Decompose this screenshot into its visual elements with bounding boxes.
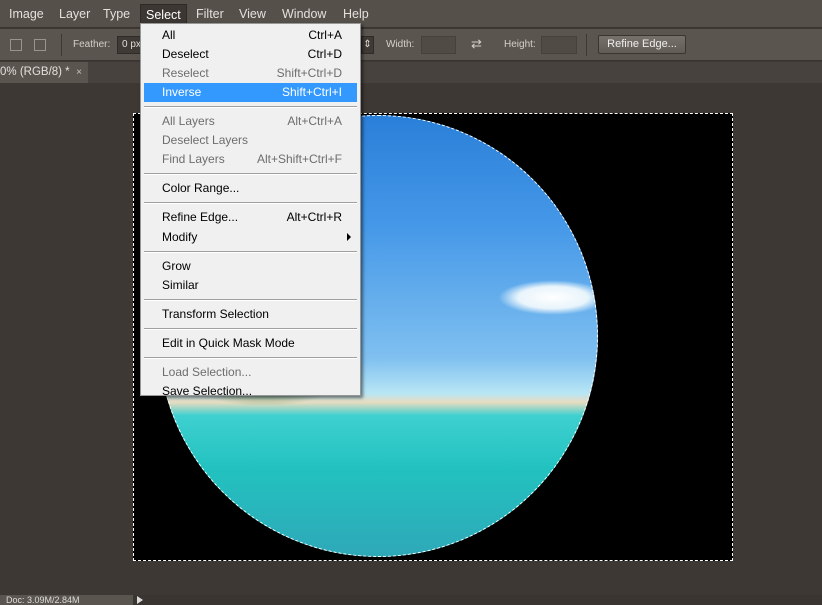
menu-view[interactable]: View <box>234 4 271 24</box>
width-label: Width: <box>386 39 415 50</box>
menu-separator <box>144 357 357 359</box>
menu-item-transform-selection[interactable]: Transform Selection <box>144 305 357 324</box>
refine-edge-button[interactable]: Refine Edge... <box>598 35 686 54</box>
menu-item-shortcut: Ctrl+D <box>307 47 342 61</box>
menu-item-similar[interactable]: Similar <box>144 276 357 295</box>
menu-item-deselect[interactable]: Deselect Ctrl+D <box>144 45 357 64</box>
menu-item-save-selection[interactable]: Save Selection... <box>144 382 357 401</box>
document-tab-bar: 0% (RGB/8) * × <box>0 62 822 83</box>
menu-item-modify[interactable]: Modify <box>144 227 357 247</box>
menu-item-label: Similar <box>162 278 199 292</box>
close-icon[interactable]: × <box>76 62 82 83</box>
menu-item-shortcut: Shift+Ctrl+I <box>281 85 342 99</box>
height-label: Height: <box>504 39 536 50</box>
menu-item-label: Deselect Layers <box>162 133 249 147</box>
menu-item-label: Reselect <box>162 66 209 80</box>
options-bar: Feather: 0 px ⇕ Width: ⇄ Height: Refine … <box>0 29 822 61</box>
divider <box>61 34 62 56</box>
doc-size: Doc: 3.09M/2.84M <box>0 595 133 605</box>
select-menu-dropdown: All Ctrl+A Deselect Ctrl+D Reselect Shift+Ctr… <box>140 23 361 398</box>
menu-separator <box>144 299 357 301</box>
swap-icon[interactable]: ⇄ <box>471 36 482 52</box>
menu-select[interactable]: Select <box>140 4 187 24</box>
feather-label: Feather: <box>73 39 111 50</box>
menu-item-label: Refine Edge... <box>162 210 239 224</box>
menu-item-grow[interactable]: Grow <box>144 257 357 276</box>
menu-item-label: Edit in Quick Mask Mode <box>162 336 295 350</box>
status-bar: Doc: 3.09M/2.84M <box>0 595 822 605</box>
menu-item-refine-edge[interactable]: Refine Edge... Alt+Ctrl+R <box>144 208 357 227</box>
menu-window[interactable]: Window <box>277 4 331 24</box>
menu-bar: Image Layer Type Select Filter View Wind… <box>0 0 822 28</box>
menu-filter[interactable]: Filter <box>191 4 229 24</box>
height-input[interactable] <box>541 36 577 54</box>
divider <box>586 34 587 56</box>
menu-type[interactable]: Type <box>98 4 135 24</box>
status-menu-arrow-icon[interactable] <box>137 596 143 604</box>
menu-item-label: Find Layers <box>162 152 225 166</box>
menu-item-shortcut: Shift+Ctrl+D <box>276 66 342 80</box>
menu-item-edit-in-quick-mask-mode[interactable]: Edit in Quick Mask Mode <box>144 334 357 353</box>
menu-item-shortcut: Alt+Ctrl+A <box>287 114 342 128</box>
menu-image[interactable]: Image <box>4 4 49 24</box>
menu-item-label: All Layers <box>162 114 215 128</box>
menu-item-shortcut: Alt+Shift+Ctrl+F <box>256 152 342 166</box>
style-stepper[interactable]: ⇕ <box>361 36 374 54</box>
menu-separator <box>144 202 357 204</box>
menu-item-inverse[interactable]: Inverse Shift+Ctrl+I <box>144 83 357 102</box>
document-tab-title: 0% (RGB/8) * <box>0 66 70 78</box>
menu-layer[interactable]: Layer <box>54 4 95 24</box>
menu-item-shortcut: Alt+Ctrl+R <box>286 210 342 224</box>
menu-item-deselect-layers[interactable]: Deselect Layers <box>144 131 357 150</box>
menu-item-label: Load Selection... <box>162 365 252 379</box>
width-input[interactable] <box>421 36 456 54</box>
menu-item-shortcut: Ctrl+A <box>308 28 342 42</box>
cloud <box>498 280 598 315</box>
menu-separator <box>144 173 357 175</box>
menu-separator <box>144 251 357 253</box>
menu-item-color-range[interactable]: Color Range... <box>144 179 357 198</box>
menu-separator <box>144 106 357 108</box>
menu-item-reselect[interactable]: Reselect Shift+Ctrl+D <box>144 64 357 83</box>
menu-item-label: All <box>162 28 176 42</box>
menu-item-load-selection[interactable]: Load Selection... <box>144 363 357 382</box>
menu-item-label: Deselect <box>162 47 209 61</box>
menu-help[interactable]: Help <box>338 4 374 24</box>
menu-item-label: Save Selection... <box>162 384 253 398</box>
menu-separator <box>144 328 357 330</box>
submenu-arrow-icon <box>347 233 351 241</box>
document-tab[interactable]: 0% (RGB/8) * × <box>0 62 88 83</box>
menu-item-find-layers[interactable]: Find Layers Alt+Shift+Ctrl+F <box>144 150 357 169</box>
menu-item-all[interactable]: All Ctrl+A <box>144 26 357 45</box>
menu-item-label: Inverse <box>162 85 202 99</box>
menu-item-label: Grow <box>162 259 191 273</box>
menu-item-all-layers[interactable]: All Layers Alt+Ctrl+A <box>144 112 357 131</box>
menu-item-label: Color Range... <box>162 181 240 195</box>
menu-item-label: Modify <box>162 230 198 244</box>
add-to-selection-icon[interactable] <box>34 39 46 51</box>
menu-item-label: Transform Selection <box>162 307 269 321</box>
new-selection-icon[interactable] <box>10 39 22 51</box>
